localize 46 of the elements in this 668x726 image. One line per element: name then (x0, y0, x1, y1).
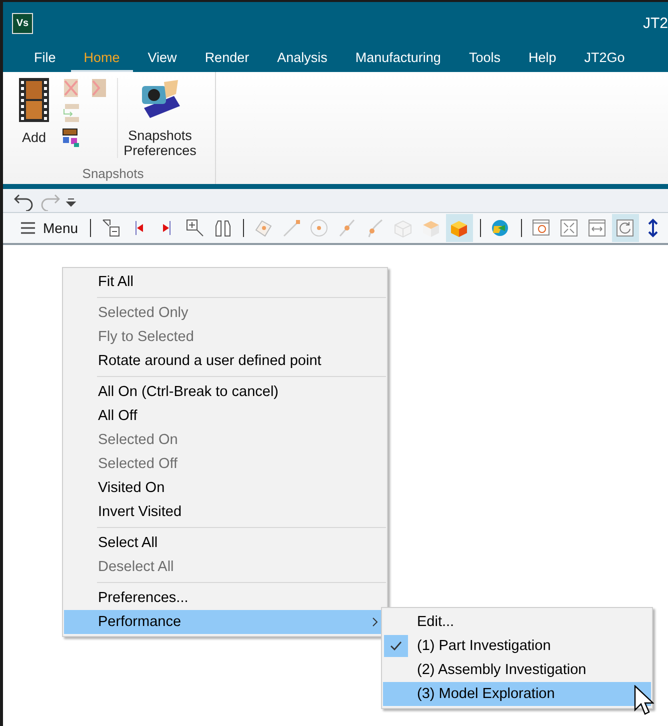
check-icon (390, 641, 402, 651)
rotate-icon (615, 218, 636, 238)
menu-item[interactable]: Select All (64, 531, 386, 555)
menu-button[interactable]: Menu (15, 215, 84, 241)
cube-icon (449, 218, 470, 238)
menu-item[interactable]: Rotate around a user defined point (64, 349, 386, 373)
fit-width-icon (587, 218, 608, 238)
fit-box-icon (100, 218, 120, 238)
menu-item[interactable]: Fit All (64, 270, 386, 294)
window-title: JT2 (642, 15, 668, 32)
face-icon (253, 218, 274, 238)
ribbon-tab[interactable]: File (21, 45, 69, 72)
line-point-icon (337, 218, 358, 238)
zoom-box-icon (184, 218, 204, 238)
menu-item[interactable]: (3) Model Exploration (383, 682, 651, 706)
snapshots-preferences-button[interactable]: Snapshots Preferences (122, 78, 198, 158)
app-logo: Vs (12, 13, 33, 34)
ribbon-tab[interactable]: Analysis (264, 45, 340, 72)
circle-icon (309, 218, 330, 238)
globe-icon (490, 218, 510, 238)
menu-item[interactable]: Edit... (383, 610, 651, 634)
ribbon-tab[interactable]: Manufacturing (342, 45, 454, 72)
window-zoom-icon (531, 218, 552, 238)
menu-icon (21, 222, 35, 234)
ribbon-tab[interactable]: JT2Go (571, 45, 638, 72)
ribbon-tab[interactable]: Render (192, 45, 262, 72)
menu-item[interactable]: All On (Ctrl-Break to cancel) (64, 380, 386, 404)
film-icon (19, 78, 49, 122)
group-label: Snapshots (81, 166, 145, 181)
ribbon-tab[interactable]: Help (515, 45, 570, 72)
menu-item[interactable]: (1) Part Investigation (383, 634, 651, 658)
menu-item[interactable]: Invert Visited (64, 500, 386, 524)
add-button[interactable]: Add (17, 78, 51, 145)
cursor-icon (634, 685, 654, 717)
menu-item[interactable]: All Off (64, 404, 386, 428)
menu-item[interactable]: Visited On (64, 476, 386, 500)
fit-window-icon (559, 218, 580, 238)
up-down-arrow-icon (648, 218, 658, 238)
sequence-icon[interactable] (61, 128, 81, 148)
menu-item[interactable]: (2) Assembly Investigation (383, 658, 651, 682)
line-icon (281, 218, 302, 238)
cube-icon (421, 218, 442, 238)
cube-icon (393, 218, 414, 238)
ribbon-tab[interactable]: View (134, 45, 190, 72)
ribbon-tab[interactable]: Tools (456, 45, 514, 72)
menu-item[interactable]: Preferences... (64, 586, 386, 610)
